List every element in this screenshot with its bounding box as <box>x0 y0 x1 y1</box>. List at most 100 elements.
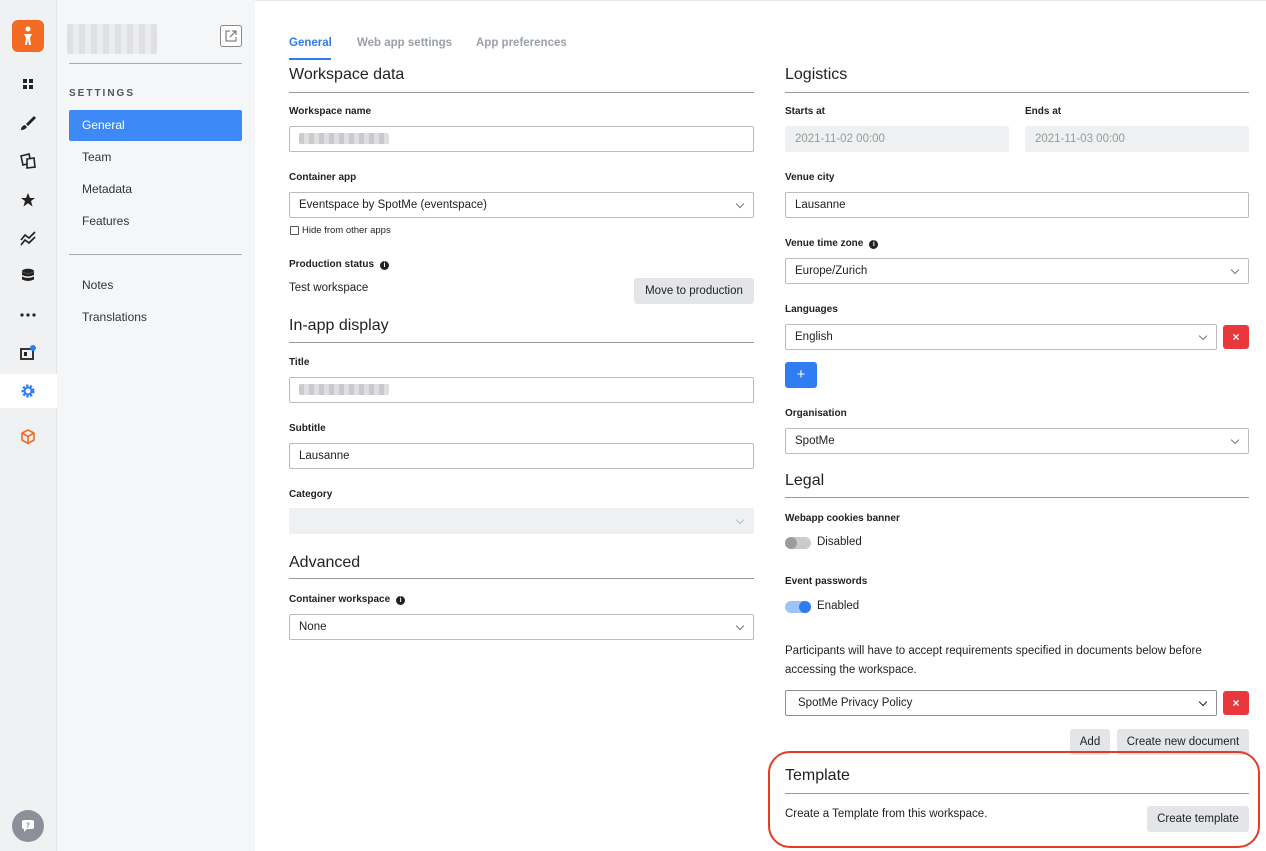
redacted-text <box>299 133 389 145</box>
chevron-down-icon <box>735 621 745 631</box>
venue-time-zone-label-text: Venue time zone <box>785 238 864 249</box>
container-workspace-label: Container workspace i <box>289 594 406 605</box>
hide-from-other-apps-label: Hide from other apps <box>302 225 391 236</box>
legal-document-select[interactable]: SpotMe Privacy Policy <box>785 690 1217 716</box>
section-title-workspace-data: Workspace data <box>289 66 405 83</box>
container-workspace-select[interactable]: None <box>289 614 754 640</box>
chevron-down-icon <box>1198 697 1208 707</box>
title-label: Title <box>289 357 310 368</box>
sidebar-divider <box>69 63 242 64</box>
chevron-down-icon <box>1230 435 1240 445</box>
category-label: Category <box>289 489 333 500</box>
settings-icon[interactable] <box>18 381 38 401</box>
container-workspace-label-text: Container workspace <box>289 594 391 605</box>
remove-document-button[interactable]: × <box>1223 691 1249 715</box>
toggle-knob <box>799 601 811 613</box>
venue-city-label: Venue city <box>785 172 835 183</box>
brush-icon[interactable] <box>18 113 38 133</box>
sidebar-item-features[interactable]: Features <box>69 206 242 237</box>
info-icon[interactable]: i <box>380 261 390 270</box>
info-icon[interactable]: i <box>396 596 406 605</box>
tab-app-preferences[interactable]: App preferences <box>476 37 567 49</box>
starts-at-input: 2021-11-02 00:00 <box>785 126 1009 152</box>
workspace-name-label: Workspace name <box>289 106 372 117</box>
grid-icon[interactable] <box>18 74 38 94</box>
sidebar-item-team[interactable]: Team <box>69 142 242 173</box>
sidebar-item-notes[interactable]: Notes <box>69 270 242 301</box>
remove-language-button[interactable]: × <box>1223 325 1249 349</box>
section-title-logistics: Logistics <box>785 66 848 83</box>
event-passwords-state: Enabled <box>817 600 860 612</box>
languages-label: Languages <box>785 304 838 315</box>
tab-general[interactable]: General <box>289 37 332 49</box>
active-tab-indicator <box>289 58 331 60</box>
language-select[interactable]: English <box>785 324 1217 350</box>
main-content: General Web app settings App preferences… <box>255 0 1266 851</box>
section-divider <box>785 497 1249 498</box>
venue-time-zone-value: Europe/Zurich <box>795 265 868 277</box>
venue-city-input[interactable]: Lausanne <box>785 192 1249 218</box>
toggle-knob <box>785 537 797 549</box>
ends-at-label: Ends at <box>1025 106 1062 117</box>
app-logo-icon[interactable] <box>12 20 44 52</box>
section-divider <box>785 92 1249 93</box>
event-passwords-toggle[interactable] <box>785 601 811 613</box>
hide-from-other-apps-checkbox[interactable] <box>290 226 299 235</box>
svg-text:?: ? <box>26 822 30 830</box>
category-select <box>289 508 754 534</box>
sidebar-item-metadata[interactable]: Metadata <box>69 174 242 205</box>
production-status-value: Test workspace <box>289 282 369 294</box>
analytics-icon[interactable] <box>18 228 38 248</box>
icon-rail: ? <box>0 0 57 851</box>
move-to-production-button[interactable]: Move to production <box>634 278 754 304</box>
chevron-down-icon <box>735 515 745 525</box>
add-language-button[interactable]: + <box>785 362 817 388</box>
cookies-banner-toggle[interactable] <box>785 537 811 549</box>
starts-at-label: Starts at <box>785 106 826 117</box>
container-app-value: Eventspace by SpotMe (eventspace) <box>299 199 487 211</box>
section-divider <box>289 92 754 93</box>
pages-icon[interactable] <box>18 151 38 171</box>
production-status-label-text: Production status <box>289 259 375 270</box>
legal-document-value: SpotMe Privacy Policy <box>798 697 913 709</box>
organisation-label: Organisation <box>785 408 847 419</box>
database-icon[interactable] <box>18 266 38 286</box>
more-icon[interactable] <box>18 305 38 325</box>
help-icon[interactable]: ? <box>12 810 44 842</box>
section-title-legal: Legal <box>785 472 825 489</box>
ends-at-input: 2021-11-03 00:00 <box>1025 126 1249 152</box>
open-external-icon[interactable] <box>220 25 242 47</box>
sidebar-item-general[interactable]: General <box>69 110 242 141</box>
star-icon[interactable] <box>18 190 38 210</box>
tab-web-app-settings[interactable]: Web app settings <box>357 37 452 49</box>
title-input[interactable] <box>289 377 754 403</box>
info-icon[interactable]: i <box>869 240 879 249</box>
cookies-banner-state: Disabled <box>817 536 862 548</box>
subtitle-input[interactable]: Lausanne <box>289 443 754 469</box>
chevron-down-icon <box>1230 265 1240 275</box>
sidebar-item-translations[interactable]: Translations <box>69 302 242 333</box>
production-status-label: Production status i <box>289 259 390 270</box>
section-divider <box>289 578 754 579</box>
container-workspace-value: None <box>299 621 327 633</box>
container-app-select[interactable]: Eventspace by SpotMe (eventspace) <box>289 192 754 218</box>
store-icon[interactable] <box>18 343 38 363</box>
section-title-in-app-display: In-app display <box>289 317 389 334</box>
organisation-select[interactable]: SpotMe <box>785 428 1249 454</box>
chevron-down-icon <box>1198 331 1208 341</box>
legal-notice: Participants will have to accept require… <box>785 645 1202 676</box>
subtitle-label: Subtitle <box>289 423 326 434</box>
container-app-label: Container app <box>289 172 357 183</box>
sidebar-divider <box>69 254 242 255</box>
package-icon[interactable] <box>18 427 38 447</box>
settings-sidebar: SETTINGS General Team Metadata Features … <box>57 0 255 851</box>
workspace-name-input[interactable] <box>289 126 754 152</box>
sidebar-section-title: SETTINGS <box>69 88 136 99</box>
webapp-cookies-label: Webapp cookies banner <box>785 513 900 524</box>
section-divider <box>289 342 754 343</box>
workspace-name-redacted <box>67 24 157 54</box>
chevron-down-icon <box>735 199 745 209</box>
venue-time-zone-select[interactable]: Europe/Zurich <box>785 258 1249 284</box>
redacted-text <box>299 384 389 396</box>
template-highlight-annotation <box>768 751 1260 848</box>
